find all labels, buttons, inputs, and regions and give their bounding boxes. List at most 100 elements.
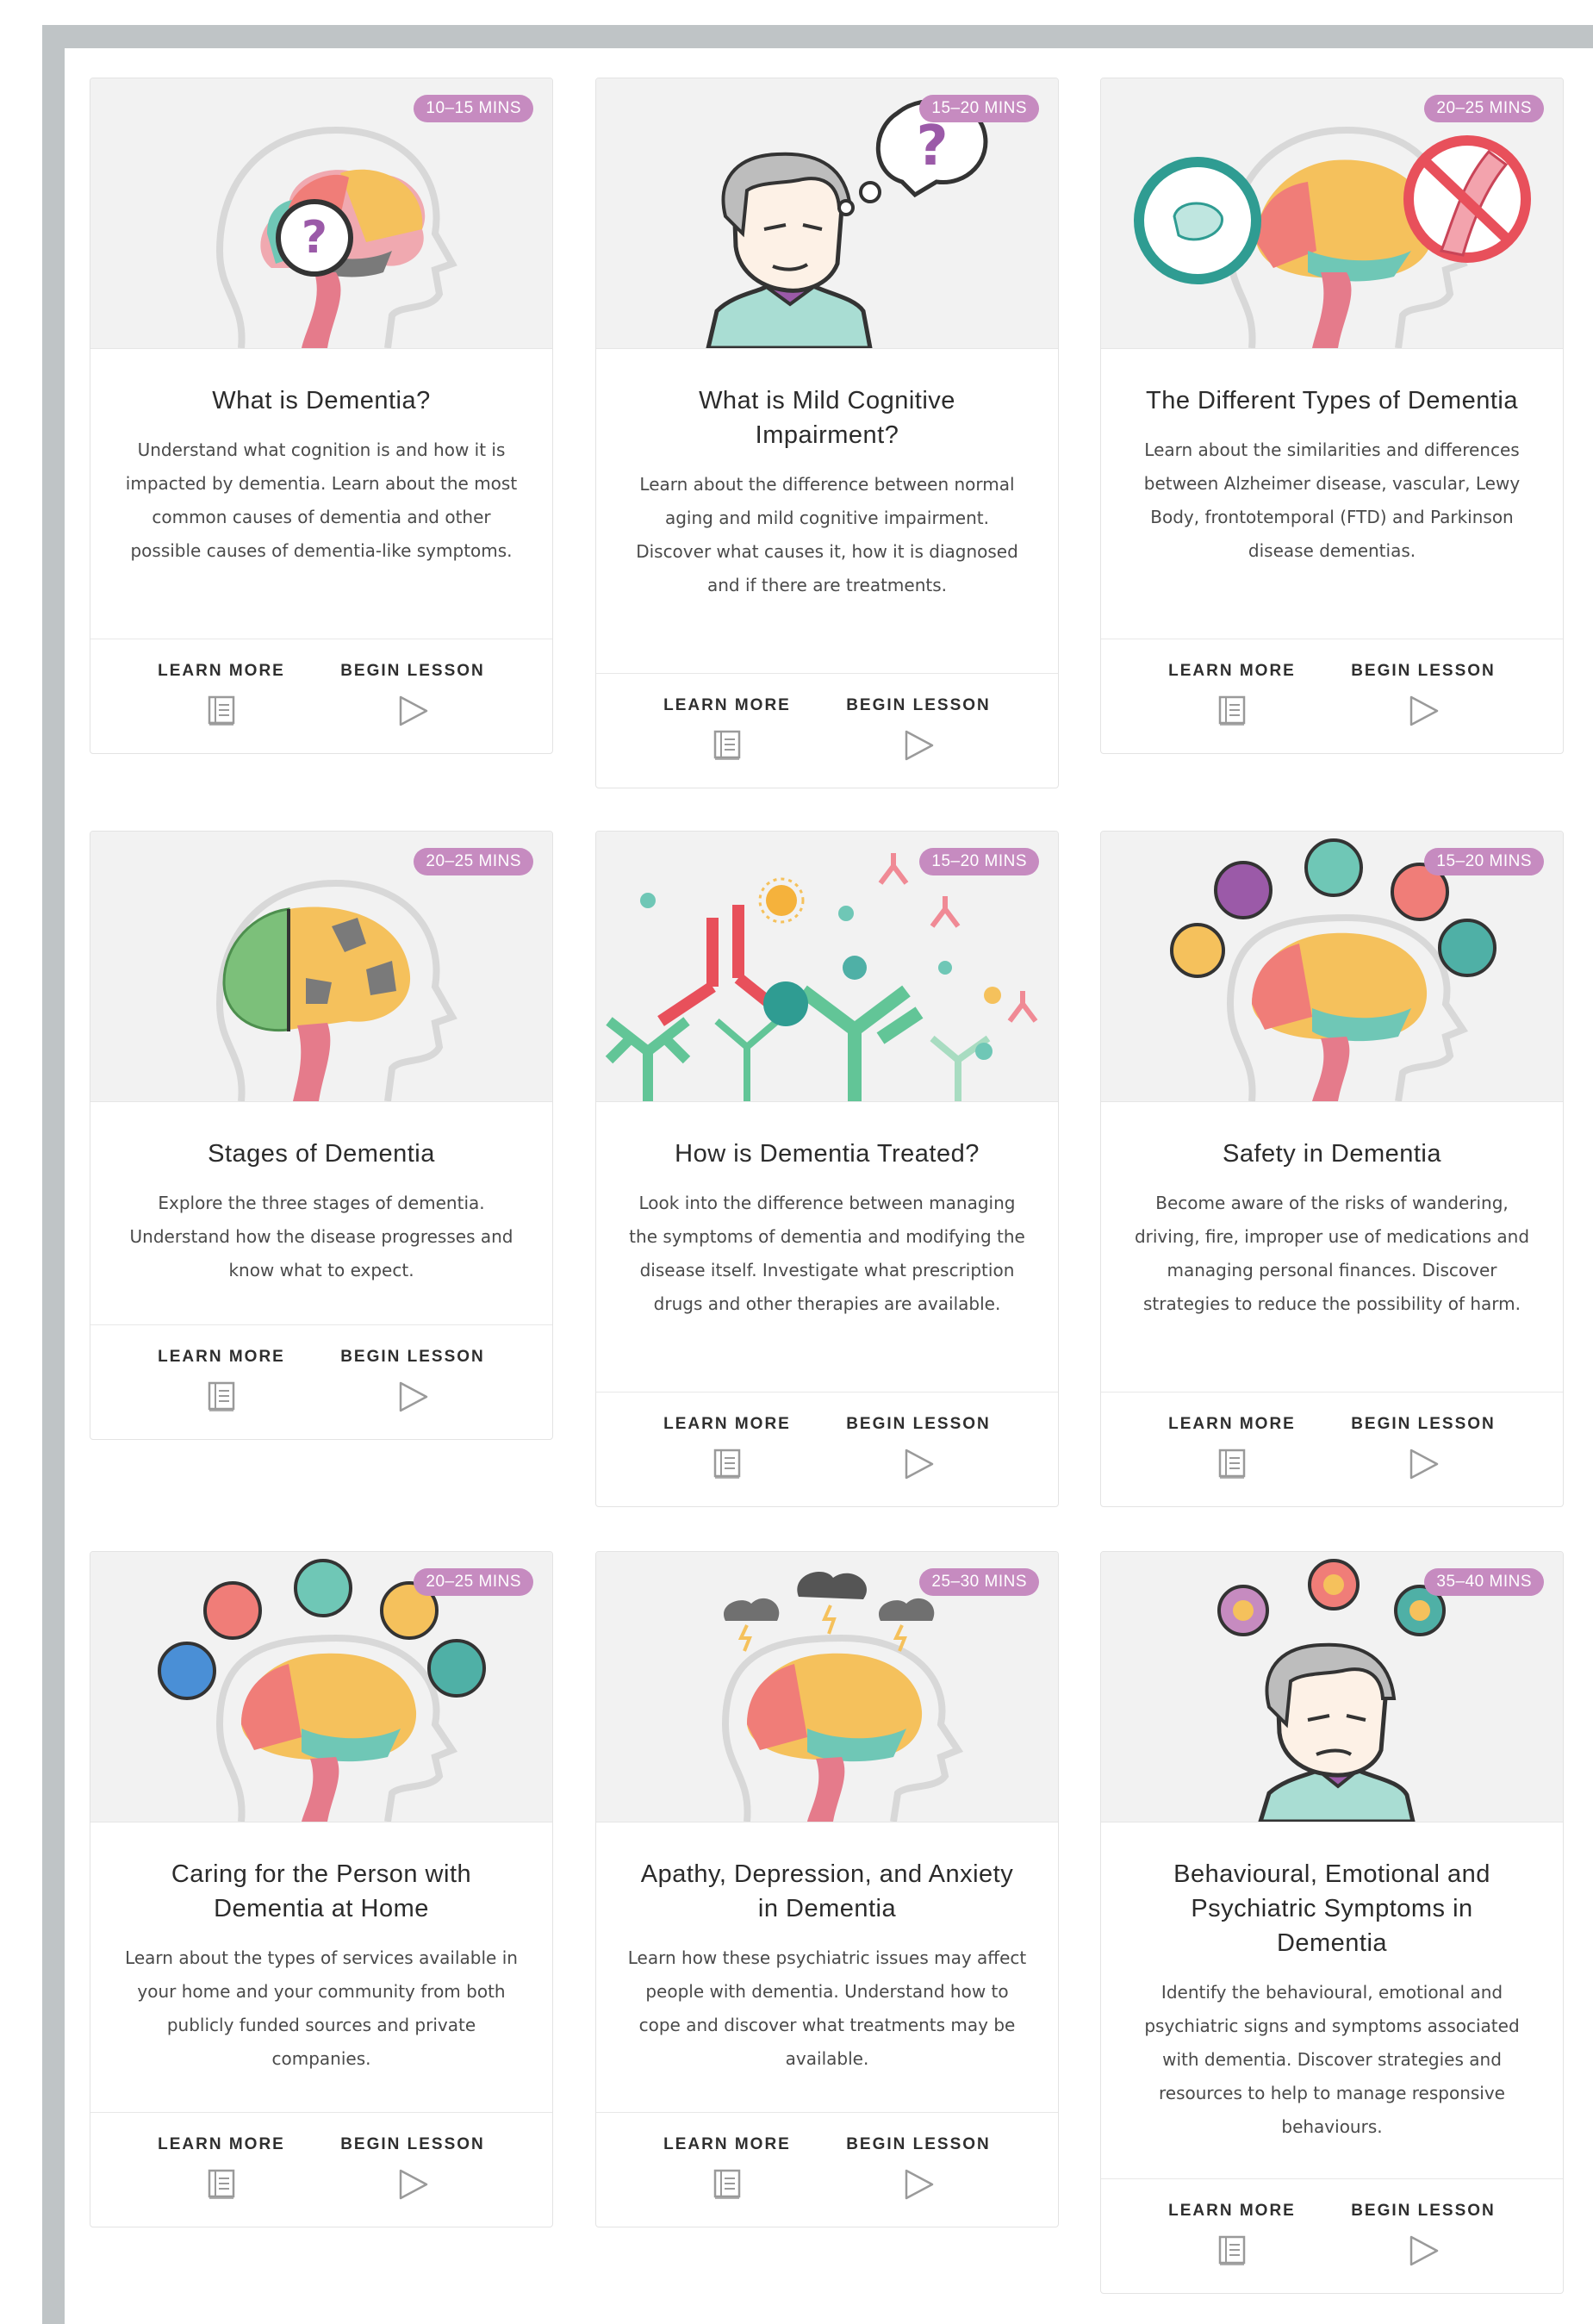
play-icon (399, 2169, 428, 2200)
learn-more-label: LEARN MORE (158, 662, 285, 680)
card-description: Identify the behavioural, emotional and … (1144, 1982, 1520, 2137)
course-card[interactable]: 25–30 MINS Apathy, Depression, and Anxie… (595, 1551, 1059, 2227)
card-description: Learn how these psychiatric issues may a… (627, 1947, 1027, 2069)
card-title: Caring for the Person with Dementia at H… (171, 1860, 472, 1922)
card-description: Learn about the similarities and differe… (1143, 439, 1521, 561)
course-card[interactable]: 20–25 MINS Caring for the Person with De… (90, 1551, 553, 2227)
book-icon (713, 730, 741, 760)
course-thumbnail: 20–25 MINS (1101, 78, 1563, 349)
begin-lesson-button[interactable]: BEGIN LESSON (327, 1348, 499, 1417)
card-actions: LEARN MORE BEGIN LESSON (596, 1392, 1058, 1506)
duration-badge: 20–25 MINS (414, 848, 533, 875)
course-thumbnail: ? 10–15 MINS (90, 78, 552, 349)
duration-badge: 20–25 MINS (1424, 95, 1544, 122)
card-actions: LEARN MORE BEGIN LESSON (1101, 2178, 1563, 2293)
card-title: What is Dementia? (212, 387, 431, 414)
learn-more-button[interactable]: LEARN MORE (641, 1415, 813, 1485)
learn-more-button[interactable]: LEARN MORE (641, 2135, 813, 2205)
begin-lesson-button[interactable]: BEGIN LESSON (1337, 2202, 1509, 2271)
card-actions: LEARN MORE BEGIN LESSON (90, 1324, 552, 1439)
learn-more-label: LEARN MORE (158, 1348, 285, 1366)
course-card[interactable]: ? 15–20 MINS What is Mild Cognitive Impa… (595, 78, 1059, 788)
card-actions: LEARN MORE BEGIN LESSON (596, 673, 1058, 788)
begin-lesson-button[interactable]: BEGIN LESSON (832, 2135, 1005, 2205)
learn-more-label: LEARN MORE (1168, 1415, 1296, 1433)
course-thumbnail: 20–25 MINS (90, 1552, 552, 1822)
card-description: Look into the difference between managin… (629, 1193, 1025, 1314)
learn-more-label: LEARN MORE (663, 1415, 791, 1433)
learn-more-label: LEARN MORE (663, 696, 791, 714)
course-card[interactable]: 15–20 MINS How is Dementia Treated? Look… (595, 831, 1059, 1507)
begin-lesson-button[interactable]: BEGIN LESSON (1337, 1415, 1509, 1485)
learn-more-button[interactable]: LEARN MORE (1146, 662, 1318, 732)
book-icon (1218, 695, 1246, 726)
learn-more-button[interactable]: LEARN MORE (135, 662, 308, 732)
begin-lesson-button[interactable]: BEGIN LESSON (832, 696, 1005, 766)
course-card[interactable]: ? 10–15 MINS What is Dementia? Understan… (90, 78, 553, 754)
book-icon (1218, 1449, 1246, 1479)
course-thumbnail: 15–20 MINS (596, 832, 1058, 1102)
play-icon (399, 1381, 428, 1412)
course-card[interactable]: 20–25 MINS Stages of Dementia Explore th… (90, 831, 553, 1440)
play-icon (1409, 2235, 1439, 2266)
play-icon (905, 730, 934, 761)
card-description: Explore the three stages of dementia. Un… (129, 1193, 513, 1280)
learn-more-button[interactable]: LEARN MORE (135, 1348, 308, 1417)
card-description: Become aware of the risks of wandering, … (1134, 1193, 1530, 1314)
card-title: Behavioural, Emotional and Psychiatric S… (1173, 1860, 1490, 1957)
begin-lesson-button[interactable]: BEGIN LESSON (327, 662, 499, 732)
book-icon (713, 1449, 741, 1479)
learn-more-button[interactable]: LEARN MORE (135, 2135, 308, 2205)
card-actions: LEARN MORE BEGIN LESSON (90, 2112, 552, 2227)
book-icon (208, 2169, 235, 2199)
book-icon (713, 2169, 741, 2199)
duration-badge: 25–30 MINS (919, 1568, 1039, 1596)
play-icon (1409, 1449, 1439, 1480)
begin-lesson-label: BEGIN LESSON (846, 2135, 991, 2153)
learn-more-button[interactable]: LEARN MORE (1146, 2202, 1318, 2271)
learn-more-button[interactable]: LEARN MORE (1146, 1415, 1318, 1485)
card-title: Stages of Dementia (208, 1140, 435, 1168)
course-card[interactable]: 15–20 MINS Safety in Dementia Become awa… (1100, 831, 1564, 1507)
course-thumbnail: 15–20 MINS (1101, 832, 1563, 1102)
learn-more-label: LEARN MORE (1168, 2202, 1296, 2220)
duration-badge: 20–25 MINS (414, 1568, 533, 1596)
duration-badge: 10–15 MINS (414, 95, 533, 122)
course-thumbnail: ? 15–20 MINS (596, 78, 1058, 349)
learn-more-button[interactable]: LEARN MORE (641, 696, 813, 766)
play-icon (399, 695, 428, 726)
begin-lesson-label: BEGIN LESSON (340, 1348, 485, 1366)
svg-text:?: ? (916, 115, 948, 178)
duration-badge: 15–20 MINS (919, 848, 1039, 875)
course-card[interactable]: 20–25 MINS The Different Types of Dement… (1100, 78, 1564, 754)
begin-lesson-button[interactable]: BEGIN LESSON (327, 2135, 499, 2205)
card-description: Learn about the types of services availa… (125, 1947, 518, 2069)
book-icon (208, 1381, 235, 1411)
card-title: The Different Types of Dementia (1146, 387, 1518, 414)
begin-lesson-button[interactable]: BEGIN LESSON (1337, 662, 1509, 732)
begin-lesson-label: BEGIN LESSON (340, 2135, 485, 2153)
play-icon (1409, 695, 1439, 726)
begin-lesson-label: BEGIN LESSON (846, 1415, 991, 1433)
duration-badge: 15–20 MINS (1424, 848, 1544, 875)
learn-more-label: LEARN MORE (158, 2135, 285, 2153)
book-icon (208, 695, 235, 726)
card-actions: LEARN MORE BEGIN LESSON (596, 2112, 1058, 2227)
card-description: Understand what cognition is and how it … (125, 439, 518, 561)
svg-text:?: ? (302, 212, 327, 264)
begin-lesson-label: BEGIN LESSON (340, 662, 485, 680)
duration-badge: 15–20 MINS (919, 95, 1039, 122)
learn-more-label: LEARN MORE (663, 2135, 791, 2153)
card-actions: LEARN MORE BEGIN LESSON (90, 639, 552, 753)
begin-lesson-button[interactable]: BEGIN LESSON (832, 1415, 1005, 1485)
book-icon (1218, 2235, 1246, 2265)
begin-lesson-label: BEGIN LESSON (846, 696, 991, 714)
course-thumbnail: 25–30 MINS (596, 1552, 1058, 1822)
learn-more-label: LEARN MORE (1168, 662, 1296, 680)
begin-lesson-label: BEGIN LESSON (1351, 662, 1496, 680)
begin-lesson-label: BEGIN LESSON (1351, 2202, 1496, 2220)
card-actions: LEARN MORE BEGIN LESSON (1101, 639, 1563, 753)
duration-badge: 35–40 MINS (1424, 1568, 1544, 1596)
course-card[interactable]: 35–40 MINS Behavioural, Emotional and Ps… (1100, 1551, 1564, 2294)
card-title: How is Dementia Treated? (675, 1140, 980, 1168)
